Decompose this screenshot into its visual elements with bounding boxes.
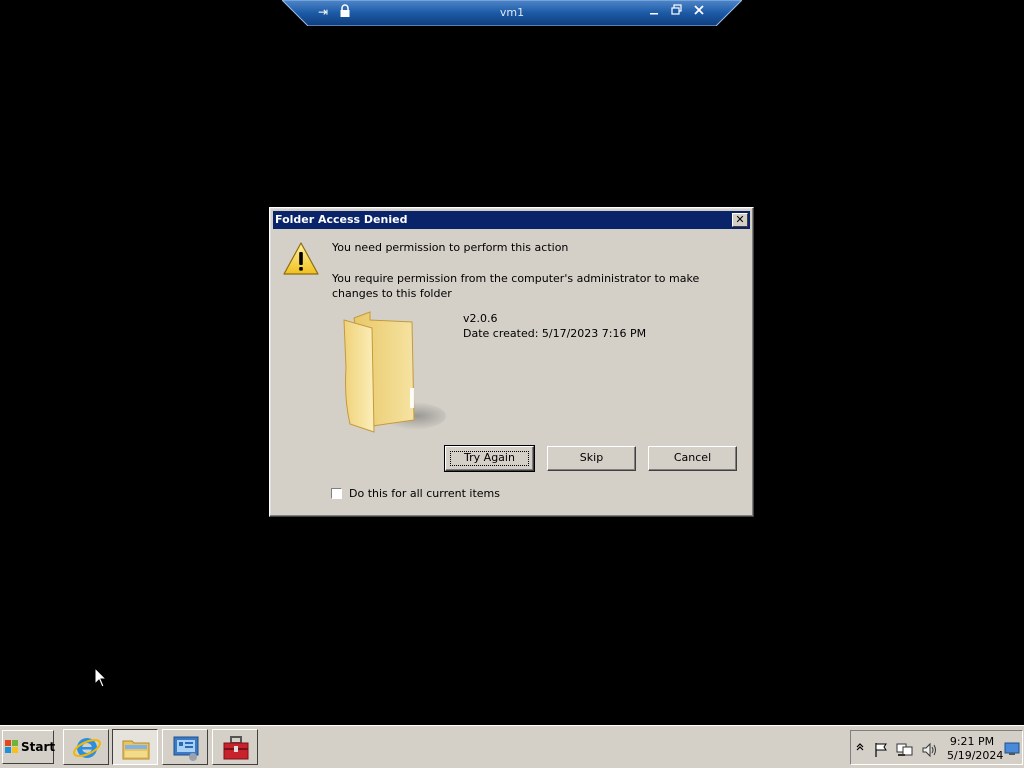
apply-to-all-checkbox[interactable] [331, 488, 342, 499]
cancel-button[interactable]: Cancel [648, 446, 737, 471]
dialog-detail: You require permission from the computer… [332, 272, 700, 300]
show-desktop-icon[interactable] [1004, 742, 1020, 759]
clock-date: 5/19/2024 [947, 749, 1004, 762]
try-again-button[interactable]: Try Again [444, 445, 535, 472]
toolbox-button[interactable] [212, 729, 258, 765]
dialog-title: Folder Access Denied [275, 213, 408, 226]
minimize-icon[interactable] [646, 4, 662, 20]
toolbox-icon [223, 736, 249, 760]
show-hidden-icons-icon[interactable] [856, 742, 864, 755]
server-manager-button[interactable] [162, 729, 208, 765]
internet-explorer-button[interactable] [63, 729, 109, 765]
folder-access-denied-dialog: Folder Access Denied ✕ You need permissi… [269, 207, 754, 517]
dialog-titlebar[interactable]: Folder Access Denied ✕ [273, 211, 750, 229]
notification-area: 9:21 PM 5/19/2024 [850, 730, 1023, 765]
item-date-created: Date created: 5/17/2023 7:16 PM [463, 327, 647, 340]
folder-icon [343, 311, 446, 433]
clock-time: 9:21 PM [949, 735, 995, 748]
try-again-label: Try Again [464, 451, 515, 464]
start-label: Start [21, 740, 56, 754]
desktop: ⇥ vm1 Folder Access Denied ✕ You need pe… [0, 0, 1024, 768]
clock[interactable]: 9:21 PM 5/19/2024 [947, 735, 1004, 763]
start-button[interactable]: Start [2, 730, 56, 764]
skip-label: Skip [579, 451, 604, 464]
skip-button[interactable]: Skip [547, 446, 636, 471]
mouse-cursor-icon [95, 668, 107, 688]
action-center-flag-icon[interactable] [873, 742, 889, 761]
connection-title: vm1 [499, 6, 525, 19]
lock-icon[interactable] [339, 4, 351, 21]
windows-explorer-button[interactable] [112, 729, 158, 765]
network-icon[interactable] [896, 742, 914, 761]
internet-explorer-icon [73, 738, 101, 758]
close-icon[interactable] [691, 4, 707, 20]
warning-icon [283, 242, 319, 275]
windows-logo-icon [5, 740, 18, 753]
volume-icon[interactable] [921, 742, 939, 761]
windows-explorer-icon [122, 740, 150, 760]
apply-to-all-label[interactable]: Do this for all current items [349, 487, 500, 500]
taskbar: Start 9:21 PM 5/19/2024 [0, 725, 1024, 768]
server-manager-icon [173, 736, 199, 761]
dialog-close-button[interactable]: ✕ [732, 213, 748, 227]
dialog-heading: You need permission to perform this acti… [332, 241, 569, 254]
item-name: v2.0.6 [463, 312, 498, 325]
restore-icon[interactable] [668, 4, 684, 20]
pin-icon[interactable]: ⇥ [318, 5, 328, 19]
connection-bar: ⇥ vm1 [282, 0, 742, 26]
cancel-label: Cancel [673, 451, 712, 464]
